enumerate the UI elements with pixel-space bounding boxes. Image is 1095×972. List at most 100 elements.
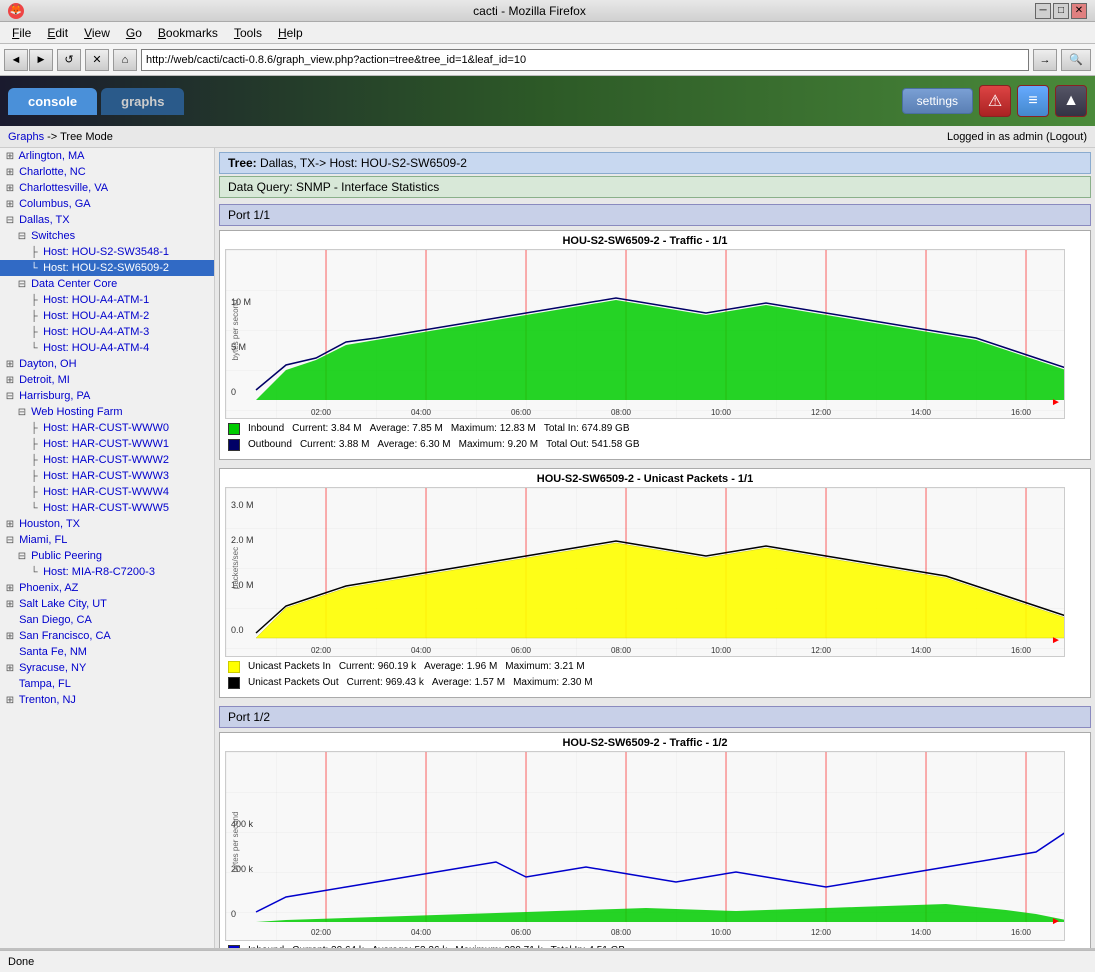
sidebar-item-santafe[interactable]: ⊞ Santa Fe, NM (0, 644, 214, 660)
maximize-button[interactable]: □ (1053, 3, 1069, 19)
sidebar-item-dallas[interactable]: ⊟ Dallas, TX (0, 212, 214, 228)
settings-button[interactable]: settings (902, 88, 973, 114)
sidebar-link-santafe[interactable]: Santa Fe, NM (19, 646, 87, 658)
stop-button[interactable]: ✕ (85, 49, 109, 71)
breadcrumb-graphs-link[interactable]: Graphs (8, 131, 44, 143)
sidebar-link-dayton[interactable]: Dayton, OH (19, 358, 76, 370)
close-button[interactable]: ✕ (1071, 3, 1087, 19)
alert-icon-button[interactable]: ⚠ (979, 85, 1011, 117)
menu-view[interactable]: View (76, 24, 118, 42)
tab-console[interactable]: console (8, 88, 97, 115)
sidebar-item-host-sw6509[interactable]: └ Host: HOU-S2-SW6509-2 (0, 260, 214, 276)
sidebar-link-charlottesville[interactable]: Charlottesville, VA (19, 182, 108, 194)
sidebar-link-datacenter[interactable]: Data Center Core (31, 278, 117, 290)
sidebar-link-tampa[interactable]: Tampa, FL (19, 678, 71, 690)
sidebar-item-sanfrancisco[interactable]: ⊞ San Francisco, CA (0, 628, 214, 644)
sidebar-link-c7200[interactable]: Host: MIA-R8-C7200-3 (43, 566, 155, 578)
sidebar-link-atm3[interactable]: Host: HOU-A4-ATM-3 (43, 326, 149, 338)
sidebar-item-www1[interactable]: ├ Host: HAR-CUST-WWW1 (0, 436, 214, 452)
menu-help[interactable]: Help (270, 24, 311, 42)
sidebar-item-columbus[interactable]: ⊞ Columbus, GA (0, 196, 214, 212)
sidebar-link-detroit[interactable]: Detroit, MI (19, 374, 70, 386)
sidebar-link-sw6509[interactable]: Host: HOU-S2-SW6509-2 (43, 262, 169, 274)
sidebar-item-tampa[interactable]: ⊞ Tampa, FL (0, 676, 214, 692)
sidebar-item-www5[interactable]: └ Host: HAR-CUST-WWW5 (0, 500, 214, 516)
sidebar-link-saltlake[interactable]: Salt Lake City, UT (19, 598, 107, 610)
chart-icon-button[interactable]: ▲ (1055, 85, 1087, 117)
home-button[interactable]: ⌂ (113, 49, 137, 71)
sidebar-link-www0[interactable]: Host: HAR-CUST-WWW0 (43, 422, 169, 434)
sidebar-link-trenton[interactable]: Trenton, NJ (19, 694, 76, 706)
menu-bookmarks[interactable]: Bookmarks (150, 24, 226, 42)
sidebar-link-sanfrancisco[interactable]: San Francisco, CA (19, 630, 111, 642)
sidebar-item-host-sw3548[interactable]: ├ Host: HOU-S2-SW3548-1 (0, 244, 214, 260)
sidebar-item-dayton[interactable]: ⊞ Dayton, OH (0, 356, 214, 372)
sidebar-item-atm4[interactable]: └ Host: HOU-A4-ATM-4 (0, 340, 214, 356)
sidebar-item-trenton[interactable]: ⊞ Trenton, NJ (0, 692, 214, 708)
sidebar-item-datacenter[interactable]: ⊟ Data Center Core (0, 276, 214, 292)
sidebar-item-atm1[interactable]: ├ Host: HOU-A4-ATM-1 (0, 292, 214, 308)
sidebar-link-miami[interactable]: Miami, FL (19, 534, 67, 546)
graph-title-unicast-1-1: HOU-S2-SW6509-2 - Unicast Packets - 1/1 (224, 473, 1066, 485)
sidebar-item-switches[interactable]: ⊟ Switches (0, 228, 214, 244)
reload-button[interactable]: ↺ (57, 49, 81, 71)
sidebar-link-www1[interactable]: Host: HAR-CUST-WWW1 (43, 438, 169, 450)
sidebar-item-miami[interactable]: ⊟ Miami, FL (0, 532, 214, 548)
sidebar-item-harrisburg[interactable]: ⊟ Harrisburg, PA (0, 388, 214, 404)
sidebar-item-atm3[interactable]: ├ Host: HOU-A4-ATM-3 (0, 324, 214, 340)
menu-edit[interactable]: Edit (39, 24, 76, 42)
svg-text:04:00: 04:00 (411, 646, 432, 655)
sidebar-item-syracuse[interactable]: ⊞ Syracuse, NY (0, 660, 214, 676)
expand-icon: ⊞ (4, 583, 16, 594)
sidebar-item-atm2[interactable]: ├ Host: HOU-A4-ATM-2 (0, 308, 214, 324)
sidebar-link-www3[interactable]: Host: HAR-CUST-WWW3 (43, 470, 169, 482)
sidebar-link-charlotte[interactable]: Charlotte, NC (19, 166, 86, 178)
search-button[interactable]: 🔍 (1061, 49, 1091, 71)
sidebar-item-saltlake[interactable]: ⊞ Salt Lake City, UT (0, 596, 214, 612)
back-button[interactable]: ◄ (4, 49, 28, 71)
sidebar-link-sandiego[interactable]: San Diego, CA (19, 614, 92, 626)
url-input[interactable] (141, 49, 1029, 71)
sidebar-item-charlottesville[interactable]: ⊞ Charlottesville, VA (0, 180, 214, 196)
sidebar-item-www2[interactable]: ├ Host: HAR-CUST-WWW2 (0, 452, 214, 468)
sidebar-link-www4[interactable]: Host: HAR-CUST-WWW4 (43, 486, 169, 498)
sidebar-item-publicpeering[interactable]: ⊟ Public Peering (0, 548, 214, 564)
legend-label-inbound: Inbound (248, 421, 284, 437)
sidebar-link-webhostingfarm[interactable]: Web Hosting Farm (31, 406, 123, 418)
sidebar-link-columbus[interactable]: Columbus, GA (19, 198, 91, 210)
sidebar-item-charlotte[interactable]: ⊞ Charlotte, NC (0, 164, 214, 180)
sidebar-link-houston[interactable]: Houston, TX (19, 518, 80, 530)
sidebar-link-www2[interactable]: Host: HAR-CUST-WWW2 (43, 454, 169, 466)
forward-button[interactable]: ▶ (29, 49, 53, 71)
tab-graphs[interactable]: graphs (101, 88, 184, 115)
sidebar-link-publicpeering[interactable]: Public Peering (31, 550, 102, 562)
menu-file[interactable]: File (4, 24, 39, 42)
sidebar-link-dallas[interactable]: Dallas, TX (19, 214, 70, 226)
menu-tools[interactable]: Tools (226, 24, 270, 42)
list-icon-button[interactable]: ≡ (1017, 85, 1049, 117)
sidebar-item-www0[interactable]: ├ Host: HAR-CUST-WWW0 (0, 420, 214, 436)
sidebar-link-sw3548[interactable]: Host: HOU-S2-SW3548-1 (43, 246, 169, 258)
sidebar-item-www4[interactable]: ├ Host: HAR-CUST-WWW4 (0, 484, 214, 500)
sidebar-link-atm2[interactable]: Host: HOU-A4-ATM-2 (43, 310, 149, 322)
sidebar-link-syracuse[interactable]: Syracuse, NY (19, 662, 86, 674)
sidebar-item-webhostingfarm[interactable]: ⊟ Web Hosting Farm (0, 404, 214, 420)
sidebar-link-atm1[interactable]: Host: HOU-A4-ATM-1 (43, 294, 149, 306)
minimize-button[interactable]: ─ (1035, 3, 1051, 19)
legend-color-inbound-12 (228, 945, 240, 948)
menu-go[interactable]: Go (118, 24, 150, 42)
go-button[interactable]: → (1033, 49, 1057, 71)
sidebar-link-atm4[interactable]: Host: HOU-A4-ATM-4 (43, 342, 149, 354)
sidebar-item-detroit[interactable]: ⊞ Detroit, MI (0, 372, 214, 388)
sidebar-item-houston[interactable]: ⊞ Houston, TX (0, 516, 214, 532)
sidebar-link-www5[interactable]: Host: HAR-CUST-WWW5 (43, 502, 169, 514)
sidebar-item-www3[interactable]: ├ Host: HAR-CUST-WWW3 (0, 468, 214, 484)
sidebar-link-arlington[interactable]: Arlington, MA (18, 150, 84, 162)
sidebar-link-phoenix[interactable]: Phoenix, AZ (19, 582, 78, 594)
sidebar-item-phoenix[interactable]: ⊞ Phoenix, AZ (0, 580, 214, 596)
sidebar-item-c7200[interactable]: └ Host: MIA-R8-C7200-3 (0, 564, 214, 580)
sidebar-item-arlington[interactable]: ⊞ Arlington, MA (0, 148, 214, 164)
sidebar-link-switches[interactable]: Switches (31, 230, 75, 242)
sidebar-item-sandiego[interactable]: ⊞ San Diego, CA (0, 612, 214, 628)
sidebar-link-harrisburg[interactable]: Harrisburg, PA (19, 390, 90, 402)
